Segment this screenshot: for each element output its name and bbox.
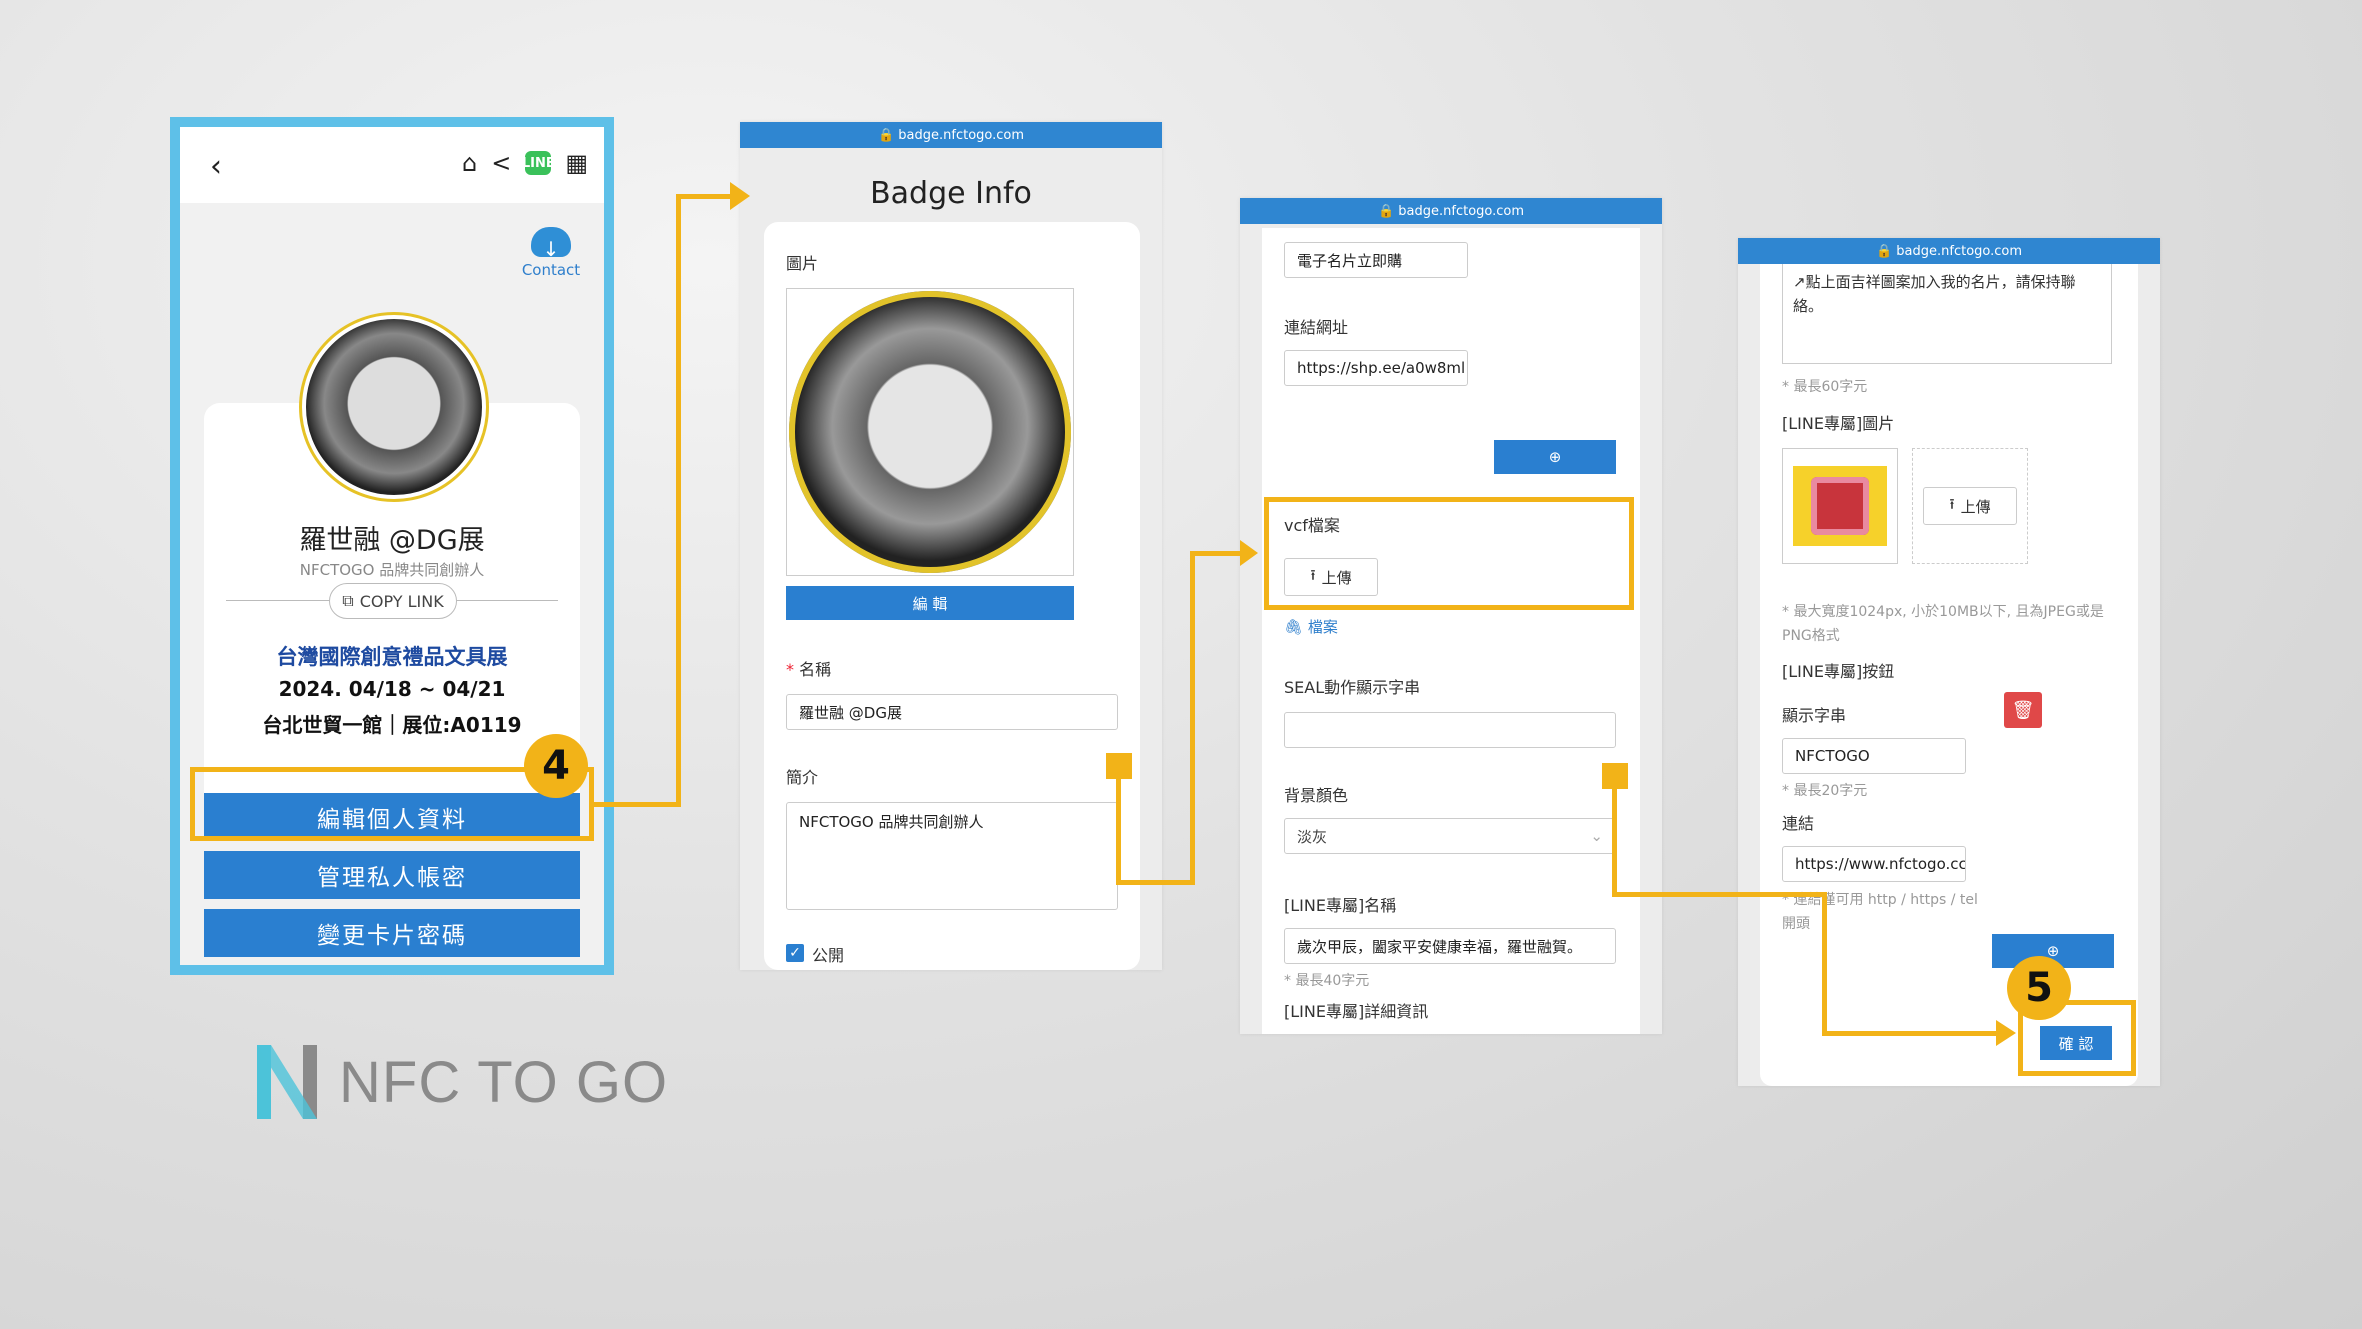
image-preview bbox=[786, 288, 1074, 576]
url-bar: 🔒 badge.nfctogo.com bbox=[740, 122, 1162, 148]
step-5-badge: 5 bbox=[2007, 956, 2071, 1020]
paperclip-icon: 🖇 bbox=[1284, 618, 1308, 636]
arrow-head bbox=[730, 182, 750, 210]
connector-line bbox=[1116, 880, 1194, 885]
profile-subtitle: NFCTOGO 品牌共同創辦人 bbox=[299, 561, 485, 579]
detail-hint: * 最長60字元 bbox=[1782, 379, 1868, 395]
connector-line bbox=[1822, 1031, 2002, 1036]
line-detail-text: 點上面吉祥圖案加入我的名片，請保持聯絡。 bbox=[1793, 273, 2076, 315]
phone-topbar: ‹ ⌂ < LINE ▦ bbox=[180, 127, 604, 203]
line-button-label: [LINE專屬]按鈕 bbox=[1782, 662, 1895, 681]
contact-label: Contact bbox=[521, 261, 581, 279]
add-button[interactable]: ⊕ bbox=[1494, 440, 1616, 474]
profile-phone-screen: ‹ ⌂ < LINE ▦ Contact 羅世融 @DG展 NFCTOGO 品牌… bbox=[170, 117, 614, 975]
connector-line bbox=[1116, 776, 1121, 884]
arrow-head bbox=[1996, 1020, 2016, 1046]
profile-name: 羅世融 @DG展 bbox=[299, 525, 485, 556]
change-password-button[interactable]: 變更卡片密碼 bbox=[204, 909, 580, 957]
line-detail-textarea[interactable]: ↗點上面吉祥圖案加入我的名片，請保持聯絡。 bbox=[1782, 264, 2112, 364]
display-string-label: 顯示字串 bbox=[1782, 706, 1847, 725]
event-title: 台灣國際創意禮品文具展 bbox=[276, 645, 508, 669]
cloud-download-icon bbox=[531, 227, 571, 261]
step-4-badge: 4 bbox=[524, 734, 588, 798]
badge-form-card: 圖片 編 輯 名稱 羅世融 @DG展 簡介 NFCTOGO 品牌共同創辦人 ✓ … bbox=[764, 222, 1140, 970]
url-bar: 🔒 badge.nfctogo.com bbox=[1738, 238, 2160, 264]
link-input[interactable]: https://shp.ee/a0w8ml bbox=[1284, 350, 1468, 386]
bg-color-select[interactable]: 淡灰 ⌄ bbox=[1284, 818, 1616, 854]
connector-line bbox=[1822, 892, 1827, 1035]
edit-image-button[interactable]: 編 輯 bbox=[786, 586, 1074, 620]
button-text-input[interactable]: 電子名片立即購 bbox=[1284, 242, 1468, 278]
image-label: 圖片 bbox=[786, 254, 819, 273]
seal-input[interactable] bbox=[1284, 712, 1616, 748]
line-name-input[interactable]: 歲次甲辰，闔家平安健康幸福，羅世融賀。 bbox=[1284, 928, 1616, 964]
connector-line bbox=[1190, 551, 1240, 556]
bg-color-label: 背景顏色 bbox=[1284, 786, 1349, 805]
line-image-label: [LINE專屬]圖片 bbox=[1782, 414, 1895, 433]
connector-line bbox=[1612, 786, 1617, 896]
upload-label: 上傳 bbox=[1960, 497, 1991, 516]
event-venue: 台北世貿一館｜展位:A0119 bbox=[262, 713, 522, 737]
link-input[interactable]: https://www.nfctogo.cc bbox=[1782, 846, 1966, 882]
upload-icon: ⭱ bbox=[1949, 494, 1955, 513]
contact-button[interactable]: Contact bbox=[516, 227, 586, 279]
bio-textarea[interactable]: NFCTOGO 品牌共同創辦人 bbox=[786, 802, 1118, 910]
profile-photo bbox=[789, 291, 1071, 573]
connector-line bbox=[676, 194, 681, 807]
public-label: 公開 bbox=[812, 946, 845, 965]
badge-info-title: Badge Info bbox=[870, 176, 1032, 211]
plus-circle-icon: ⊕ bbox=[1548, 448, 1562, 466]
copy-link-button[interactable]: ⧉ COPY LINK bbox=[329, 583, 457, 619]
share-icon[interactable]: < bbox=[491, 151, 511, 175]
topbar-icons: ⌂ < LINE ▦ bbox=[462, 151, 588, 175]
public-checkbox[interactable]: ✓ bbox=[786, 944, 804, 962]
badge-edit-screen-3: 🔒 badge.nfctogo.com ↗點上面吉祥圖案加入我的名片，請保持聯絡… bbox=[1738, 238, 2160, 1086]
profile-avatar bbox=[302, 315, 486, 499]
vcf-highlight bbox=[1264, 497, 1634, 610]
nfc-logo-icon bbox=[255, 1043, 319, 1121]
badge-info-screen: 🔒 badge.nfctogo.com Badge Info 圖片 編 輯 名稱… bbox=[740, 122, 1162, 970]
logo-text: NFC TO GO bbox=[339, 1049, 669, 1115]
event-date: 2024. 04/18 ~ 04/21 bbox=[278, 677, 506, 701]
back-icon[interactable]: ‹ bbox=[210, 149, 222, 184]
bg-color-value: 淡灰 bbox=[1297, 827, 1328, 846]
connector-line bbox=[1190, 551, 1195, 885]
qr-code-icon[interactable]: ▦ bbox=[565, 151, 588, 175]
manage-account-button[interactable]: 管理私人帳密 bbox=[204, 851, 580, 899]
line-image-preview bbox=[1782, 448, 1898, 564]
image-hint: * 最大寬度1024px, 小於10MB以下, 且為JPEG或是PNG格式 bbox=[1782, 604, 2104, 644]
nfctogo-logo: NFC TO GO bbox=[255, 1043, 668, 1121]
form-card: ↗點上面吉祥圖案加入我的名片，請保持聯絡。 * 最長60字元 [LINE專屬]圖… bbox=[1760, 264, 2138, 1086]
display-hint: * 最長20字元 bbox=[1782, 783, 1868, 799]
line-icon[interactable]: LINE bbox=[522, 151, 555, 175]
link-label: 連結網址 bbox=[1284, 318, 1349, 337]
copy-link-label: COPY LINK bbox=[359, 591, 444, 611]
connector-line bbox=[676, 194, 736, 199]
home-icon[interactable]: ⌂ bbox=[462, 151, 477, 175]
arrow-head bbox=[1240, 540, 1258, 566]
seal-label: SEAL動作顯示字串 bbox=[1284, 678, 1421, 697]
chevron-down-icon: ⌄ bbox=[1590, 827, 1603, 845]
line-name-label: [LINE專屬]名稱 bbox=[1284, 896, 1397, 915]
display-string-input[interactable]: NFCTOGO bbox=[1782, 738, 1966, 774]
connector-line bbox=[1612, 892, 1826, 897]
bio-label: 簡介 bbox=[786, 768, 819, 787]
arrow-icon: ↗ bbox=[1793, 273, 1806, 291]
line-detail-label: [LINE專屬]詳細資訊 bbox=[1284, 1002, 1429, 1021]
line-image-upload-button[interactable]: ⭱ 上傳 bbox=[1923, 487, 2017, 525]
line-name-hint: * 最長40字元 bbox=[1284, 973, 1370, 989]
vcf-file-link[interactable]: 🖇 檔案 bbox=[1284, 616, 1338, 637]
name-label: 名稱 bbox=[786, 656, 831, 680]
form-card: 電子名片立即購 連結網址 https://shp.ee/a0w8ml ⊕ vcf… bbox=[1262, 228, 1640, 1034]
name-input[interactable]: 羅世融 @DG展 bbox=[786, 694, 1118, 730]
trash-icon[interactable]: 🗑 bbox=[2004, 692, 2042, 728]
url-bar: 🔒 badge.nfctogo.com bbox=[1240, 198, 1662, 224]
upload-dropzone[interactable]: ⭱ 上傳 bbox=[1912, 448, 2028, 564]
connector-line bbox=[594, 802, 680, 807]
file-link-label: 檔案 bbox=[1307, 618, 1338, 636]
link-label: 連結 bbox=[1782, 814, 1815, 833]
badge-edit-screen-2: 🔒 badge.nfctogo.com 電子名片立即購 連結網址 https:/… bbox=[1240, 198, 1662, 1034]
copy-icon: ⧉ bbox=[342, 591, 354, 610]
greeting-image bbox=[1793, 466, 1887, 546]
